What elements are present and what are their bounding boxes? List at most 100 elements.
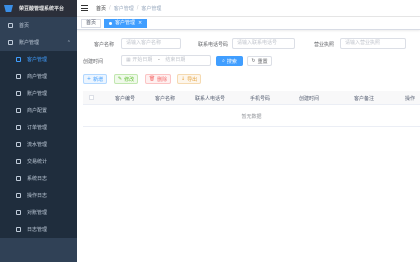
contact-phone-label: 联系电话号码 [198, 42, 229, 48]
download-icon: ↓ [180, 76, 186, 82]
sidebar-menu: 首页 账户管理 ⌃ 客户管理 商户管理 账户管理 商户配置 订单管理 流水管理 交易统计 系统日志操… [0, 17, 77, 238]
edit-button[interactable]: ✎ 修改 [114, 74, 138, 84]
delete-button[interactable]: 🗑 删除 [145, 74, 171, 84]
reset-button[interactable]: ↻ 重置 [247, 56, 272, 66]
sidebar-item-3[interactable]: 商户管理 [0, 68, 77, 85]
customer-name-label: 客户名称 [94, 42, 115, 48]
column-header[interactable]: 客户编号 [115, 95, 135, 102]
breadcrumb-current: 客户管理 [141, 5, 162, 12]
log-icon [16, 227, 21, 232]
reconcile-icon [16, 210, 21, 215]
search-button[interactable]: ⌕ 搜索 [216, 56, 243, 66]
column-header[interactable]: 手机号码 [250, 95, 270, 102]
sidebar-item-label: 系统日志 [27, 176, 48, 182]
add-button[interactable]: + 新增 [83, 74, 107, 84]
create-time-label: 创建时间 [83, 59, 104, 65]
edit-icon: ✎ [117, 76, 123, 82]
sidebar-item-6[interactable]: 订单管理 [0, 119, 77, 136]
select-all-checkbox[interactable] [89, 95, 94, 100]
sidebar-item-4[interactable]: 账户管理 [0, 85, 77, 102]
sidebar-item-label: 账户管理 [27, 91, 48, 97]
navbar: 首页 / 客户管理 / 客户管理 [77, 0, 420, 17]
wallet-icon [16, 91, 21, 96]
sidebar-item-2[interactable]: 客户管理 [0, 51, 77, 68]
edit-button-label: 修改 [124, 76, 135, 83]
sidebar-item-8[interactable]: 交易统计 [0, 153, 77, 170]
app-logo[interactable]: 荣豆酸管理系统平台 [0, 0, 77, 17]
search-button-label: 搜索 [226, 58, 237, 65]
sidebar-item-label: 订单管理 [27, 125, 48, 131]
sidebar-item-7[interactable]: 流水管理 [0, 136, 77, 153]
sidebar-item-label: 商户管理 [27, 74, 48, 80]
sidebar-item-label: 流水管理 [27, 142, 48, 148]
app-title: 荣豆酸管理系统平台 [19, 6, 65, 12]
contact-phone-input[interactable]: 请输入联系电话号 [232, 38, 295, 49]
breadcrumb-section: 客户管理 [113, 5, 134, 12]
sidebar-item-label: 对账管理 [27, 210, 48, 216]
sidebar: 荣豆酸管理系统平台 首页 账户管理 ⌃ 客户管理 商户管理 账户管理 商户配置 订单管理 流水管… [0, 0, 77, 262]
export-button-label: 导出 [187, 76, 198, 83]
table-body: 暂无数据 [83, 105, 420, 127]
sidebar-item-0[interactable]: 首页 [0, 17, 77, 34]
column-header[interactable]: 客户名称 [155, 95, 175, 102]
end-date-placeholder: 结束日期 [165, 57, 186, 63]
table-toolbar: + 新增 ✎ 修改 🗑 删除 ↓ 导出 [77, 74, 420, 86]
tag-customer-management[interactable]: 客户管理 × [104, 18, 148, 28]
column-header[interactable]: 创建时间 [299, 95, 319, 102]
delete-button-label: 删除 [157, 76, 168, 83]
empty-text: 暂无数据 [241, 114, 262, 120]
refresh-icon: ↻ [251, 58, 256, 64]
sidebar-item-label: 客户管理 [27, 57, 48, 63]
chart-icon [16, 159, 21, 164]
column-header[interactable]: 操作 [405, 95, 415, 102]
close-icon[interactable]: × [138, 20, 142, 27]
logo-icon [4, 5, 13, 12]
shop-icon [16, 74, 21, 79]
order-icon [16, 125, 21, 130]
sidebar-item-1[interactable]: 账户管理 ⌃ [0, 34, 77, 51]
reset-button-label: 重置 [257, 58, 268, 65]
sidebar-item-label: 首页 [19, 23, 30, 29]
business-no-input[interactable]: 请输入营业执照 [340, 38, 406, 49]
home-icon [8, 23, 13, 28]
chevron-up-icon: ⌃ [66, 39, 71, 46]
sidebar-item-11[interactable]: 对账管理 [0, 204, 77, 221]
hamburger-icon[interactable] [81, 5, 88, 11]
breadcrumb-separator: / [109, 5, 111, 11]
sidebar-item-label: 商户配置 [27, 108, 48, 114]
active-dot-icon [109, 21, 113, 25]
column-header[interactable]: 联系人电话号 [195, 95, 225, 102]
sidebar-item-label: 交易统计 [27, 159, 48, 165]
tags-view: 首页 客户管理 × [77, 17, 420, 30]
sidebar-item-10[interactable]: 操作日志 [0, 187, 77, 204]
table-header: 客户编号 客户名称 联系人电话号 手机号码 创建时间 客户备注 操作 [83, 91, 420, 105]
export-button[interactable]: ↓ 导出 [177, 74, 201, 84]
tag-label: 客户管理 [115, 19, 136, 26]
tag-home[interactable]: 首页 [81, 18, 102, 28]
flow-icon [16, 142, 21, 147]
date-range-input[interactable]: ▦ 开始日期 - 结束日期 [121, 55, 211, 66]
gear-icon [8, 40, 13, 45]
sidebar-item-9[interactable]: 系统日志 [0, 170, 77, 187]
sidebar-item-label: 账户管理 [19, 40, 40, 46]
trash-icon: 🗑 [148, 76, 156, 82]
sidebar-item-label: 操作日志 [27, 193, 48, 199]
log-icon [16, 193, 21, 198]
search-form: 客户名称 请输入客户名称 联系电话号码 请输入联系电话号 营业执照 请输入营业执… [77, 36, 420, 70]
breadcrumb-separator: / [136, 5, 139, 11]
user-icon [16, 57, 21, 62]
sidebar-item-5[interactable]: 商户配置 [0, 102, 77, 119]
customer-name-input[interactable]: 请输入客户名称 [121, 38, 181, 49]
tag-label: 首页 [86, 19, 97, 26]
sidebar-item-12[interactable]: 日志管理 [0, 221, 77, 238]
start-date-placeholder: 开始日期 [132, 57, 153, 63]
add-button-label: 新增 [93, 76, 104, 83]
business-no-label: 营业执照 [314, 42, 335, 48]
customer-table: 客户编号 客户名称 联系人电话号 手机号码 创建时间 客户备注 操作 暂无数据 [83, 91, 420, 127]
search-icon: ⌕ [222, 58, 225, 64]
date-separator: - [157, 57, 160, 63]
config-icon [16, 108, 21, 113]
breadcrumb-home[interactable]: 首页 [96, 5, 106, 12]
column-header[interactable]: 客户备注 [354, 95, 374, 102]
log-icon [16, 176, 21, 181]
